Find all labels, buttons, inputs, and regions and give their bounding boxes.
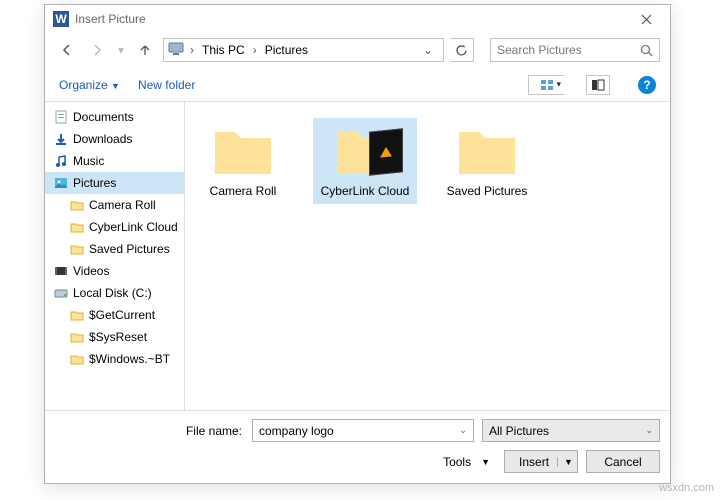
tree-label: CyberLink Cloud (89, 220, 178, 234)
file-list[interactable]: Camera Roll CyberLink Cloud Saved Pictures (185, 102, 670, 410)
breadcrumb[interactable]: This PC Pictures ⌄ (163, 38, 444, 62)
tree-label: Camera Roll (89, 198, 156, 212)
tools-menu[interactable]: Tools▼ (437, 455, 496, 469)
tree-node[interactable]: Saved Pictures (45, 238, 184, 260)
content-item[interactable]: CyberLink Cloud (313, 118, 417, 204)
refresh-button[interactable] (450, 38, 474, 62)
music-icon (53, 153, 69, 169)
fld-icon (69, 307, 85, 323)
dialog-title: Insert Picture (75, 12, 626, 26)
fld-icon (69, 241, 85, 257)
tree-node[interactable]: $GetCurrent (45, 304, 184, 326)
back-button[interactable] (55, 38, 79, 62)
recent-dropdown[interactable]: ▾ (115, 38, 127, 62)
filename-label: File name: (186, 424, 242, 438)
tree-node[interactable]: $Windows.~BT (45, 348, 184, 370)
tree-label: Videos (73, 264, 109, 278)
tree-node[interactable]: Videos (45, 260, 184, 282)
fld-icon (69, 351, 85, 367)
close-button[interactable] (626, 5, 666, 33)
tree-label: Downloads (73, 132, 132, 146)
tree-label: Pictures (73, 176, 116, 190)
bottom-bar: File name: company logo ⌄ All Pictures ⌄… (45, 410, 670, 483)
tree-node[interactable]: Music (45, 150, 184, 172)
search-placeholder: Search Pictures (497, 43, 640, 57)
tree-label: Music (73, 154, 104, 168)
file-type-filter[interactable]: All Pictures ⌄ (482, 419, 660, 442)
new-folder-button[interactable]: New folder (138, 78, 195, 92)
content-item[interactable]: Camera Roll (191, 118, 295, 204)
pc-icon (168, 42, 184, 59)
tree-node[interactable]: Pictures (45, 172, 184, 194)
item-label: Camera Roll (210, 184, 277, 198)
help-button[interactable]: ? (638, 76, 656, 94)
nav-row: ▾ This PC Pictures ⌄ Search Pictures (45, 33, 670, 67)
command-row: Organize ▼ New folder ? (45, 67, 670, 101)
svg-text:W: W (55, 12, 67, 26)
chevron-down-icon: ⌄ (645, 425, 653, 436)
insert-picture-dialog: W Insert Picture ▾ This PC Pictures ⌄ Se… (44, 4, 671, 484)
breadcrumb-root[interactable]: This PC (200, 43, 247, 57)
preview-pane-button[interactable] (586, 75, 610, 95)
tree-label: Documents (73, 110, 134, 124)
search-icon (640, 44, 653, 57)
tree-label: $GetCurrent (89, 308, 155, 322)
chevron-down-icon: ⌄ (459, 425, 467, 436)
item-label: CyberLink Cloud (321, 184, 410, 198)
breadcrumb-sep (251, 43, 259, 57)
breadcrumb-drop-icon[interactable]: ⌄ (417, 43, 439, 57)
folder-thumb-icon (333, 124, 397, 178)
body: Documents Downloads Music Pictures Camera Ro… (45, 101, 670, 410)
filename-input[interactable]: company logo ⌄ (252, 419, 474, 442)
tree-label: $Windows.~BT (89, 352, 170, 366)
fld-icon (69, 329, 85, 345)
item-label: Saved Pictures (447, 184, 528, 198)
disk-icon (53, 285, 69, 301)
cancel-button[interactable]: Cancel (586, 450, 660, 473)
up-button[interactable] (133, 38, 157, 62)
tree-node[interactable]: Downloads (45, 128, 184, 150)
folder-icon (211, 124, 275, 178)
filter-value: All Pictures (489, 424, 549, 438)
filename-value: company logo (259, 424, 334, 438)
tree-node[interactable]: CyberLink Cloud (45, 216, 184, 238)
fld-icon (69, 219, 85, 235)
forward-button[interactable] (85, 38, 109, 62)
organize-menu[interactable]: Organize ▼ (59, 78, 120, 92)
breadcrumb-current[interactable]: Pictures (263, 43, 310, 57)
tree-label: $SysReset (89, 330, 147, 344)
insert-button[interactable]: Insert▼ (504, 450, 578, 473)
view-mode-button[interactable] (528, 75, 564, 95)
tree-label: Saved Pictures (89, 242, 170, 256)
doc-icon (53, 109, 69, 125)
tree-node[interactable]: $SysReset (45, 326, 184, 348)
breadcrumb-sep (188, 43, 196, 57)
tree-node[interactable]: Documents (45, 106, 184, 128)
titlebar: W Insert Picture (45, 5, 670, 33)
dl-icon (53, 131, 69, 147)
watermark: wsxdn.com (659, 482, 714, 494)
content-item[interactable]: Saved Pictures (435, 118, 539, 204)
tree-label: Local Disk (C:) (73, 286, 152, 300)
fld-icon (69, 197, 85, 213)
vid-icon (53, 263, 69, 279)
search-input[interactable]: Search Pictures (490, 38, 660, 62)
tree-node[interactable]: Camera Roll (45, 194, 184, 216)
pic-icon (53, 175, 69, 191)
word-icon: W (53, 11, 69, 27)
nav-tree[interactable]: Documents Downloads Music Pictures Camera Ro… (45, 102, 185, 410)
tree-node[interactable]: Local Disk (C:) (45, 282, 184, 304)
folder-icon (455, 124, 519, 178)
